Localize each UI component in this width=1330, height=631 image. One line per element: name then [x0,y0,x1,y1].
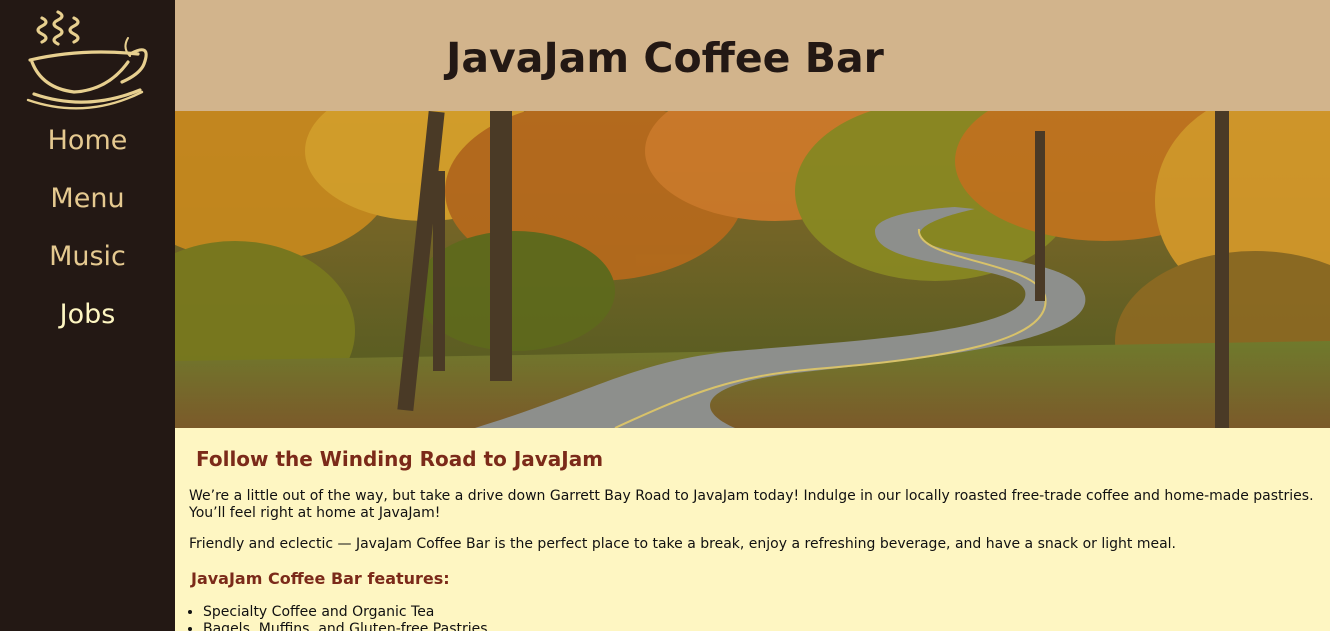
list-item: Specialty Coffee and Organic Tea [203,604,488,621]
nav-jobs-link[interactable]: Jobs [0,286,175,344]
nav-music-link[interactable]: Music [0,228,175,286]
coffee-cup-logo-icon[interactable] [20,8,152,116]
list-item: Bagels, Muffins, and Gluten-free Pastrie… [203,621,488,631]
main-content: Follow the Winding Road to JavaJam We’re… [175,428,1330,631]
section-heading: Follow the Winding Road to JavaJam [196,447,604,471]
intro-paragraph: We’re a little out of the way, but take … [189,488,1314,521]
features-heading: JavaJam Coffee Bar features: [191,569,450,588]
hero-image [175,111,1330,428]
description-paragraph: Friendly and eclectic — JavaJam Coffee B… [189,536,1176,552]
nav-home-link[interactable]: Home [0,112,175,170]
site-title: JavaJam Coffee Bar [446,34,884,82]
page-header: JavaJam Coffee Bar [175,0,1330,111]
nav-menu-link[interactable]: Menu [0,170,175,228]
sidebar: Home Menu Music Jobs [0,0,175,631]
features-list: Specialty Coffee and Organic Tea Bagels,… [189,604,488,631]
page: Home Menu Music Jobs JavaJam Coffee Bar [0,0,1330,631]
main-nav: Home Menu Music Jobs [0,112,175,344]
